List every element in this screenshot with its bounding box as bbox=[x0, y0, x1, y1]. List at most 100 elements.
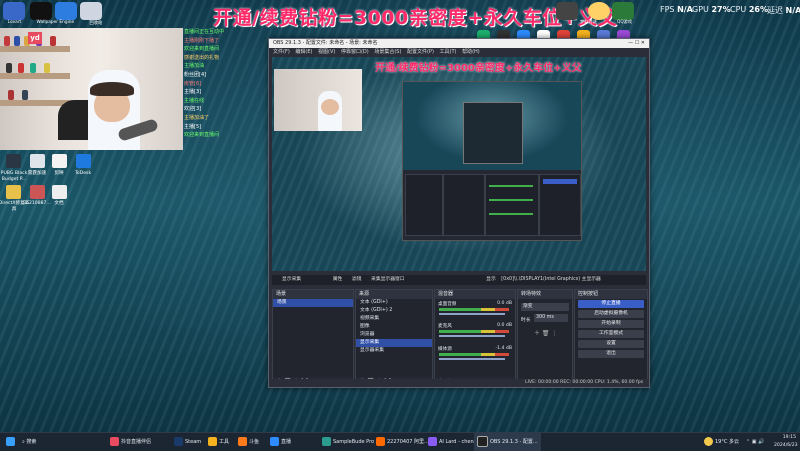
taskbar-app[interactable]: SampleBude Pro ... bbox=[322, 433, 380, 451]
monitor-select[interactable]: [0x0]\\.\DISPLAY1(Intel Graphics) 主显示器 bbox=[501, 277, 601, 282]
source-item[interactable]: 图像 bbox=[356, 323, 432, 331]
taskbar-app[interactable]: 工具 bbox=[208, 433, 229, 451]
shelf bbox=[0, 46, 70, 52]
menu-help[interactable]: 帮助(H) bbox=[462, 49, 480, 55]
menu-profile[interactable]: 配置文件(P) bbox=[407, 49, 434, 55]
taskbar-app[interactable]: 斗鱼 bbox=[238, 433, 259, 451]
obs-window[interactable]: OBS 29.1.3 - 配置文件: 未命名 - 场景: 未命名 — ☐ ✕ 文… bbox=[268, 38, 650, 388]
taskbar-app-active[interactable]: OBS 29.1.3 - 配置... bbox=[474, 433, 541, 451]
filters-button[interactable]: 滤镜 bbox=[352, 277, 362, 282]
studio-mode-button[interactable]: 工作室模式 bbox=[578, 330, 644, 338]
app-icon bbox=[322, 437, 331, 446]
settings-button[interactable]: 设置 bbox=[578, 340, 644, 348]
weather-widget[interactable]: 19°C 多云 bbox=[704, 433, 739, 451]
lovart-icon[interactable] bbox=[30, 2, 52, 20]
app-icon bbox=[428, 437, 437, 446]
menu-scene-collection[interactable]: 场景集合(S) bbox=[374, 49, 401, 55]
taskbar-search[interactable]: ⌕ 搜索 bbox=[22, 433, 102, 451]
volume-meter bbox=[439, 353, 509, 356]
scene-item[interactable]: 场景 bbox=[273, 299, 353, 307]
preview-promo: 开通/续费钻粉=3000亲密度+永久车位+义父 bbox=[375, 63, 582, 74]
virtual-camera-button[interactable]: 启动虚拟摄像机 bbox=[578, 310, 644, 318]
mixer-header: 混音器 bbox=[435, 290, 515, 299]
transition-select[interactable]: 渐变 bbox=[521, 303, 569, 311]
source-item[interactable]: 显示器采集 bbox=[356, 347, 432, 355]
todesk-icon[interactable] bbox=[76, 154, 91, 168]
taskbar-app[interactable]: 抖音直播伴侣 bbox=[110, 433, 151, 451]
controls-header: 控制按钮 bbox=[575, 290, 647, 299]
exit-button[interactable]: 退出 bbox=[578, 350, 644, 358]
menu-tools[interactable]: 工具(T) bbox=[440, 49, 457, 55]
menu-edit[interactable]: 编辑(E) bbox=[295, 49, 312, 55]
figurine bbox=[8, 90, 14, 100]
obs-preview[interactable]: 开通/续费钻粉=3000亲密度+永久车位+义父 bbox=[272, 57, 646, 271]
volume-slider[interactable] bbox=[439, 313, 505, 315]
channel-name: 麦克风 bbox=[438, 324, 452, 329]
tray-icons[interactable]: ⌃ ▣ 🔊 bbox=[746, 433, 764, 451]
figurine bbox=[6, 63, 12, 73]
nested-sources bbox=[443, 174, 485, 236]
file-icon[interactable] bbox=[30, 185, 45, 199]
nested-stop-button bbox=[543, 179, 577, 184]
wallpaper-engine-icon[interactable] bbox=[55, 2, 77, 20]
channel-db: -1.4 dB bbox=[495, 346, 513, 351]
source-item[interactable]: 显示采集 bbox=[356, 339, 432, 347]
transitions-header: 转场特效 bbox=[518, 290, 572, 299]
duration-label: 时长 bbox=[521, 318, 531, 323]
app-icon-ai[interactable] bbox=[556, 2, 578, 20]
source-item[interactable]: 文本 (GDI+) 2 bbox=[356, 307, 432, 315]
live-chat-overlay: 直播间正在互动中 主播刚刚下播了 欢迎来到直播间 感谢送出的礼物 主播加油 粉丝… bbox=[184, 28, 272, 153]
douyu-icon bbox=[238, 437, 247, 446]
nested-mixer bbox=[485, 174, 539, 236]
figurine bbox=[14, 36, 20, 46]
taskbar-app[interactable]: 22270407 阿里... bbox=[376, 433, 429, 451]
windows-icon bbox=[6, 437, 15, 446]
qq-game-icon[interactable] bbox=[612, 2, 634, 20]
menu-file[interactable]: 文件(F) bbox=[273, 49, 290, 55]
transition-add-remove[interactable]: ＋ 🗑 ⋮ bbox=[534, 328, 557, 337]
start-recording-button[interactable]: 开始录制 bbox=[578, 320, 644, 328]
capcut-icon[interactable] bbox=[52, 154, 67, 168]
fps-stat: FPS N/A bbox=[660, 5, 693, 14]
search-icon: ⌕ bbox=[22, 439, 25, 445]
nested-preview-inner bbox=[463, 102, 523, 164]
source-item[interactable]: 浏览器 bbox=[356, 331, 432, 339]
game-icon[interactable] bbox=[588, 2, 610, 20]
source-item[interactable]: 视频采集 bbox=[356, 315, 432, 323]
logo-sticker: yd bbox=[28, 32, 42, 44]
display-label: 采集显示器窗口 bbox=[371, 277, 405, 282]
shelf bbox=[0, 73, 70, 79]
app-icon-a[interactable] bbox=[3, 2, 25, 20]
chat-line: 主播加油 bbox=[184, 63, 205, 70]
figurine bbox=[30, 63, 36, 73]
nested-meter bbox=[489, 213, 533, 215]
properties-button[interactable]: 属性 bbox=[333, 277, 343, 282]
menu-docks[interactable]: 停靠窗口(D) bbox=[341, 49, 369, 55]
taskbar-app[interactable]: Steam bbox=[174, 433, 201, 451]
chat-line: 主播在线 bbox=[184, 97, 205, 104]
booster-icon[interactable] bbox=[30, 154, 45, 168]
start-button[interactable] bbox=[6, 433, 17, 451]
obs-title: OBS 29.1.3 - 配置文件: 未命名 - 场景: 未命名 bbox=[273, 40, 378, 46]
menu-view[interactable]: 视图(V) bbox=[318, 49, 335, 55]
volume-slider[interactable] bbox=[439, 358, 505, 360]
pubg-icon[interactable] bbox=[6, 154, 21, 168]
window-controls[interactable]: — ☐ ✕ bbox=[628, 39, 645, 48]
volume-slider[interactable] bbox=[439, 335, 505, 337]
duration-input[interactable]: 300 ms bbox=[534, 314, 568, 322]
taskbar-app[interactable]: 直播 bbox=[270, 433, 291, 451]
clock-time: 19:15 bbox=[782, 435, 796, 440]
nested-controls bbox=[539, 174, 581, 236]
obs-menubar: 文件(F) 编辑(E) 视图(V) 停靠窗口(D) 场景集合(S) 配置文件(P… bbox=[269, 48, 649, 57]
obs-titlebar[interactable]: OBS 29.1.3 - 配置文件: 未命名 - 场景: 未命名 — ☐ ✕ bbox=[269, 39, 649, 48]
document-icon[interactable] bbox=[52, 185, 67, 199]
nested-obs-preview bbox=[402, 81, 582, 241]
stop-streaming-button[interactable]: 停止直播 bbox=[578, 300, 644, 308]
directx-repair-icon[interactable] bbox=[6, 185, 21, 199]
search-placeholder: 搜索 bbox=[26, 439, 37, 445]
recycle-bin-icon[interactable] bbox=[80, 2, 102, 20]
clock[interactable]: 19:15 2024/6/23 bbox=[774, 434, 798, 450]
sources-header: 来源 bbox=[356, 290, 432, 299]
source-item[interactable]: 文本 (GDI+) bbox=[356, 299, 432, 307]
tool-icon bbox=[208, 437, 217, 446]
